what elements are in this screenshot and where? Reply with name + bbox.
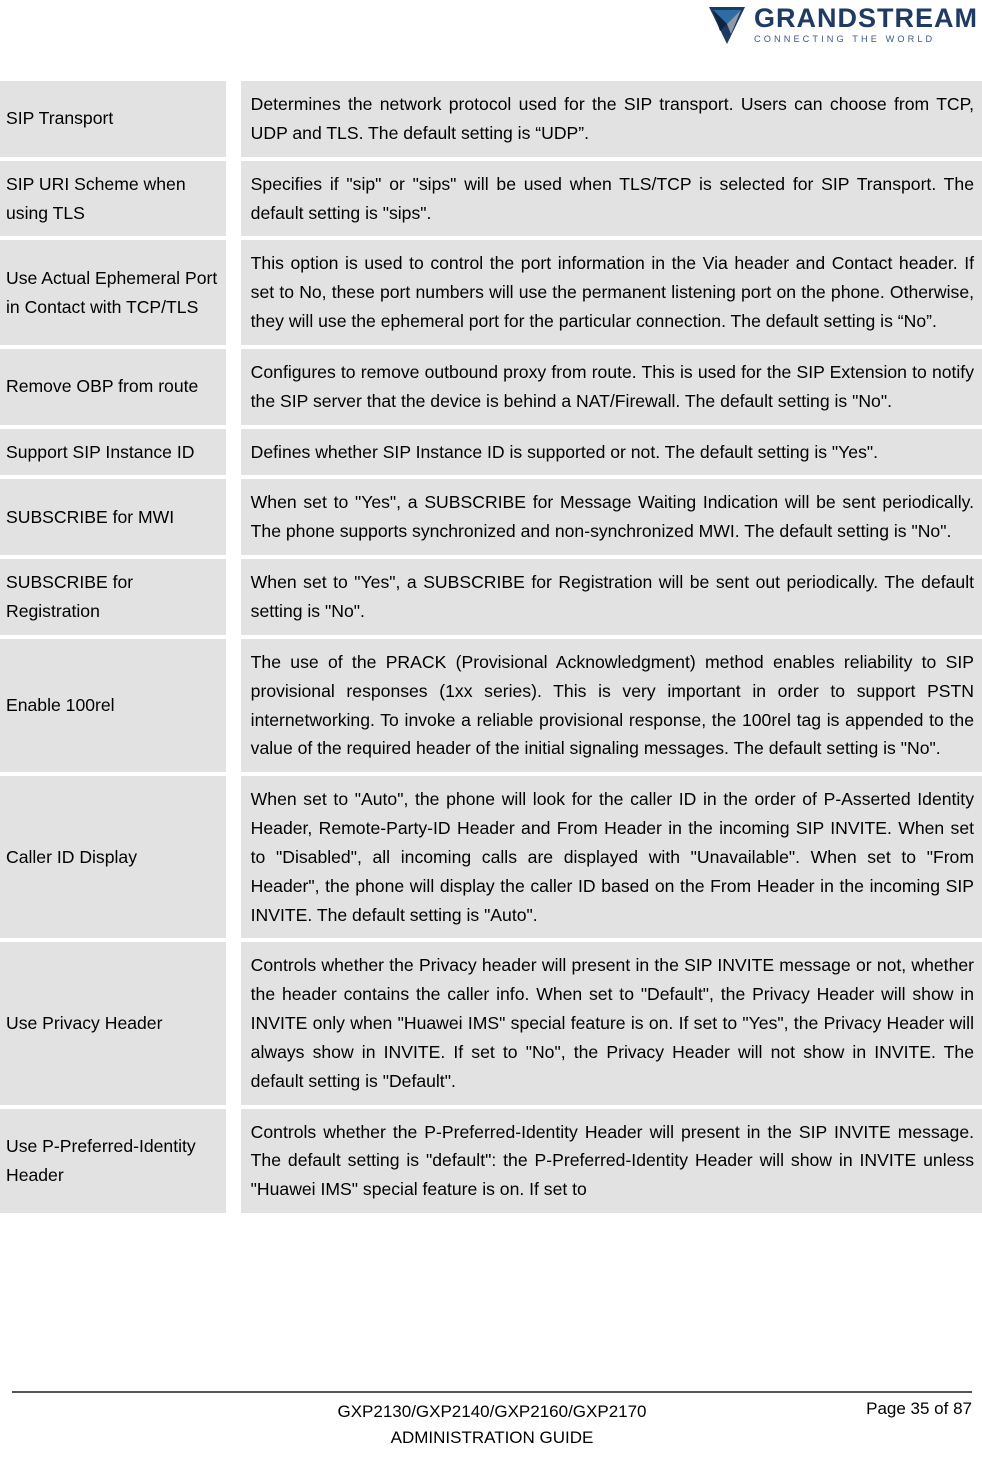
footer-product-line: GXP2130/GXP2140/GXP2160/GXP2170 [337, 1402, 647, 1421]
footer-page-number: Page 35 of 87 [866, 1399, 972, 1418]
footer-guide-line: ADMINISTRATION GUIDE [390, 1427, 594, 1447]
table-body: SIP Transport Determines the network pro… [0, 81, 982, 1218]
grandstream-logo: GRANDSTREAM CONNECTING THE WORLD [707, 4, 978, 46]
setting-description-cell: Defines whether SIP Instance ID is suppo… [240, 428, 982, 480]
setting-name-cell: SUBSCRIBE for MWI [0, 479, 241, 560]
table-row: SUBSCRIBE for Registration When set to "… [0, 559, 982, 639]
logo-wordmark: GRANDSTREAM [754, 3, 978, 34]
footer-divider [12, 1391, 972, 1393]
setting-name-cell: Remove OBP from route [0, 348, 241, 429]
setting-description-cell: This option is used to control the port … [240, 240, 982, 349]
setting-name-cell: Enable 100rel [0, 638, 241, 777]
setting-name-cell: Support SIP Instance ID [0, 428, 241, 480]
setting-name-cell: Use P-Preferred-Identity Header [0, 1108, 241, 1218]
table-row: Caller ID Display When set to "Auto", th… [0, 776, 982, 943]
setting-name-cell: SIP Transport [0, 81, 241, 161]
setting-name-cell: SUBSCRIBE for Registration [0, 559, 241, 639]
table-row: Use Privacy Header Controls whether the … [0, 942, 982, 1109]
footer-body: GXP2130/GXP2140/GXP2160/GXP2170 ADMINIST… [12, 1399, 972, 1453]
grandstream-logo-mark-icon [709, 7, 745, 44]
logo-tagline: CONNECTING THE WORLD [754, 34, 936, 45]
table-row: Use Actual Ephemeral Port in Contact wit… [0, 240, 982, 349]
setting-description-cell: Controls whether the Privacy header will… [240, 942, 982, 1109]
table-row: SIP URI Scheme when using TLS Specifies … [0, 160, 982, 241]
setting-description-cell: When set to "Yes", a SUBSCRIBE for Regis… [240, 559, 982, 639]
setting-description-cell: Configures to remove outbound proxy from… [240, 348, 982, 429]
setting-description-cell: Determines the network protocol used for… [240, 81, 982, 161]
table-row: SUBSCRIBE for MWI When set to "Yes", a S… [0, 479, 982, 560]
table-row: Support SIP Instance ID Defines whether … [0, 428, 982, 480]
setting-description-cell: Controls whether the P-Preferred-Identit… [240, 1108, 982, 1218]
setting-name-cell: Caller ID Display [0, 776, 241, 943]
table-row: Enable 100rel The use of the PRACK (Prov… [0, 638, 982, 777]
table-row: Use P-Preferred-Identity Header Controls… [0, 1108, 982, 1218]
page-footer: GXP2130/GXP2140/GXP2160/GXP2170 ADMINIST… [12, 1391, 972, 1457]
logo-text-block: GRANDSTREAM CONNECTING THE WORLD [754, 5, 978, 44]
table-row: Remove OBP from route Configures to remo… [0, 348, 982, 429]
footer-document-title: GXP2130/GXP2140/GXP2160/GXP2170 ADMINIST… [12, 1399, 972, 1450]
page-header: GRANDSTREAM CONNECTING THE WORLD [0, 0, 982, 62]
setting-name-cell: Use Actual Ephemeral Port in Contact wit… [0, 240, 241, 349]
setting-description-cell: When set to "Auto", the phone will look … [240, 776, 982, 943]
setting-description-cell: When set to "Yes", a SUBSCRIBE for Messa… [240, 479, 982, 560]
table-row: SIP Transport Determines the network pro… [0, 81, 982, 161]
setting-description-cell: The use of the PRACK (Provisional Acknow… [240, 638, 982, 777]
setting-name-cell: Use Privacy Header [0, 942, 241, 1109]
setting-name-cell: SIP URI Scheme when using TLS [0, 160, 241, 241]
setting-description-cell: Specifies if "sip" or "sips" will be use… [240, 160, 982, 241]
sip-settings-table: SIP Transport Determines the network pro… [0, 81, 982, 1218]
